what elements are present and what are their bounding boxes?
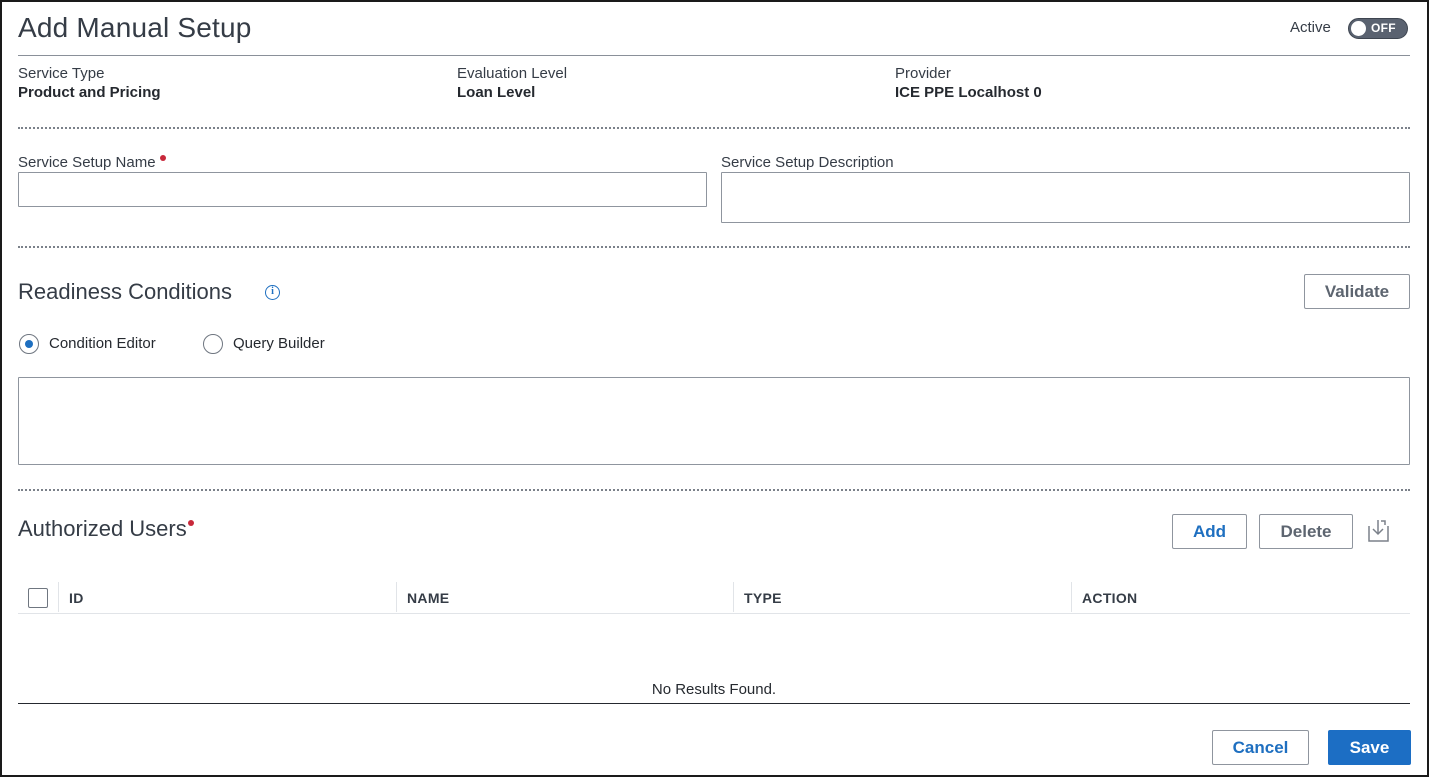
select-all-checkbox[interactable] bbox=[28, 588, 48, 608]
validate-button[interactable]: Validate bbox=[1304, 274, 1410, 309]
header-divider bbox=[18, 55, 1410, 56]
add-user-button[interactable]: Add bbox=[1172, 514, 1247, 549]
delete-user-button[interactable]: Delete bbox=[1259, 514, 1353, 549]
column-header-name[interactable]: NAME bbox=[407, 590, 449, 606]
condition-editor-radio[interactable] bbox=[19, 334, 39, 354]
condition-editor-label[interactable]: Condition Editor bbox=[49, 335, 156, 352]
column-separator bbox=[1071, 582, 1072, 612]
required-indicator bbox=[187, 520, 194, 526]
setup-name-input[interactable] bbox=[18, 172, 707, 207]
column-header-action[interactable]: ACTION bbox=[1082, 590, 1137, 606]
manual-setup-dialog: Add Manual Setup Active OFF Service Type… bbox=[0, 0, 1429, 777]
provider-label: Provider bbox=[895, 65, 951, 82]
setup-name-label-text: Service Setup Name bbox=[18, 154, 156, 171]
info-icon[interactable]: i bbox=[265, 285, 280, 300]
condition-editor-textarea[interactable] bbox=[18, 377, 1410, 465]
form-divider bbox=[18, 246, 1410, 248]
setup-description-label: Service Setup Description bbox=[721, 154, 894, 171]
provider-value: ICE PPE Localhost 0 bbox=[895, 84, 1042, 101]
query-builder-radio[interactable] bbox=[203, 334, 223, 354]
column-separator bbox=[58, 582, 59, 612]
export-icon[interactable] bbox=[1364, 516, 1392, 544]
query-builder-label[interactable]: Query Builder bbox=[233, 335, 325, 352]
active-toggle[interactable]: OFF bbox=[1348, 18, 1408, 39]
authorized-users-title: Authorized Users bbox=[18, 516, 194, 542]
save-button[interactable]: Save bbox=[1328, 730, 1411, 765]
service-type-label: Service Type bbox=[18, 65, 105, 82]
active-label: Active bbox=[1290, 19, 1331, 36]
authorized-users-title-text: Authorized Users bbox=[18, 516, 187, 541]
column-header-id[interactable]: ID bbox=[69, 590, 84, 606]
column-separator bbox=[396, 582, 397, 612]
setup-description-input[interactable] bbox=[721, 172, 1410, 223]
info-divider bbox=[18, 127, 1410, 129]
export-icon-graphic bbox=[1368, 520, 1389, 542]
column-separator bbox=[733, 582, 734, 612]
users-table-header bbox=[18, 582, 1410, 614]
evaluation-level-value: Loan Level bbox=[457, 84, 536, 101]
page-title: Add Manual Setup bbox=[18, 12, 252, 43]
service-type-value: Product and Pricing bbox=[18, 84, 161, 101]
readiness-conditions-title: Readiness Conditions bbox=[18, 279, 233, 304]
empty-results-message: No Results Found. bbox=[651, 681, 777, 698]
toggle-knob bbox=[1351, 21, 1366, 36]
setup-name-label: Service Setup Name bbox=[18, 154, 166, 171]
table-bottom-border bbox=[18, 703, 1410, 704]
cancel-button[interactable]: Cancel bbox=[1212, 730, 1309, 765]
column-header-type[interactable]: TYPE bbox=[744, 590, 782, 606]
toggle-state-label: OFF bbox=[1371, 21, 1396, 35]
required-indicator bbox=[159, 155, 166, 161]
evaluation-level-label: Evaluation Level bbox=[457, 65, 568, 82]
readiness-divider bbox=[18, 489, 1410, 491]
